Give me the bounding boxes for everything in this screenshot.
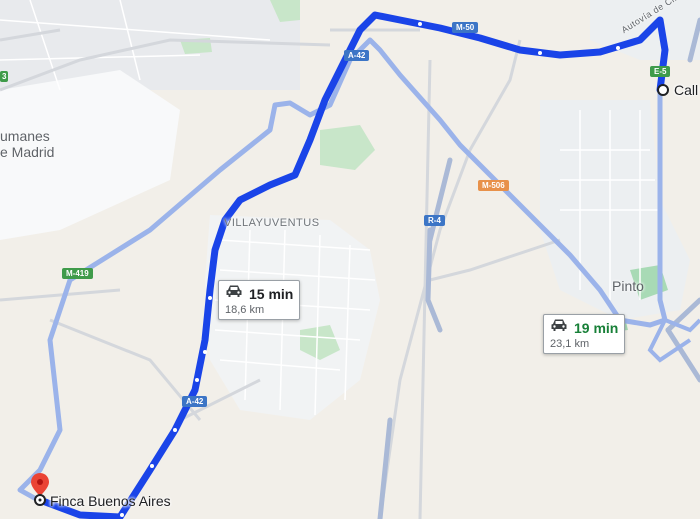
- road-shield-m419: M-419: [62, 268, 93, 279]
- road-shield-a42-top: A-42: [344, 50, 370, 61]
- road-shield-m506: M-506: [478, 180, 509, 191]
- map-base-layer: [0, 0, 700, 519]
- road-shield-r4: R-4: [424, 215, 445, 226]
- alternate-route-time: 19 min: [574, 319, 619, 336]
- road-shield-m50: M-50: [452, 22, 479, 33]
- road-shield-a42-bottom: A-42: [182, 396, 208, 407]
- primary-route-distance: 18,6 km: [225, 304, 265, 316]
- primary-route-time: 15 min: [249, 285, 294, 302]
- map-canvas[interactable]: umanes e Madrid VILLAYUVENTUS Pinto A-42…: [0, 0, 700, 519]
- origin-marker-icon: [657, 84, 669, 96]
- place-pinto: Pinto: [612, 278, 644, 294]
- alternate-route-distance: 23,1 km: [550, 338, 590, 350]
- alternate-route-chip[interactable]: 19 min 23,1 km: [543, 314, 626, 354]
- car-icon: [550, 318, 568, 337]
- destination-label[interactable]: Finca Buenos Aires: [50, 493, 171, 509]
- car-icon: [225, 284, 243, 303]
- place-villayuventus: VILLAYUVENTUS: [224, 217, 320, 229]
- primary-route-chip[interactable]: 15 min 18,6 km: [218, 280, 301, 320]
- road-shield-left: 3: [0, 71, 9, 82]
- place-humanes: umanes e Madrid: [0, 128, 55, 160]
- origin-label[interactable]: Call: [674, 82, 698, 98]
- road-shield-e5: E-5: [650, 66, 671, 77]
